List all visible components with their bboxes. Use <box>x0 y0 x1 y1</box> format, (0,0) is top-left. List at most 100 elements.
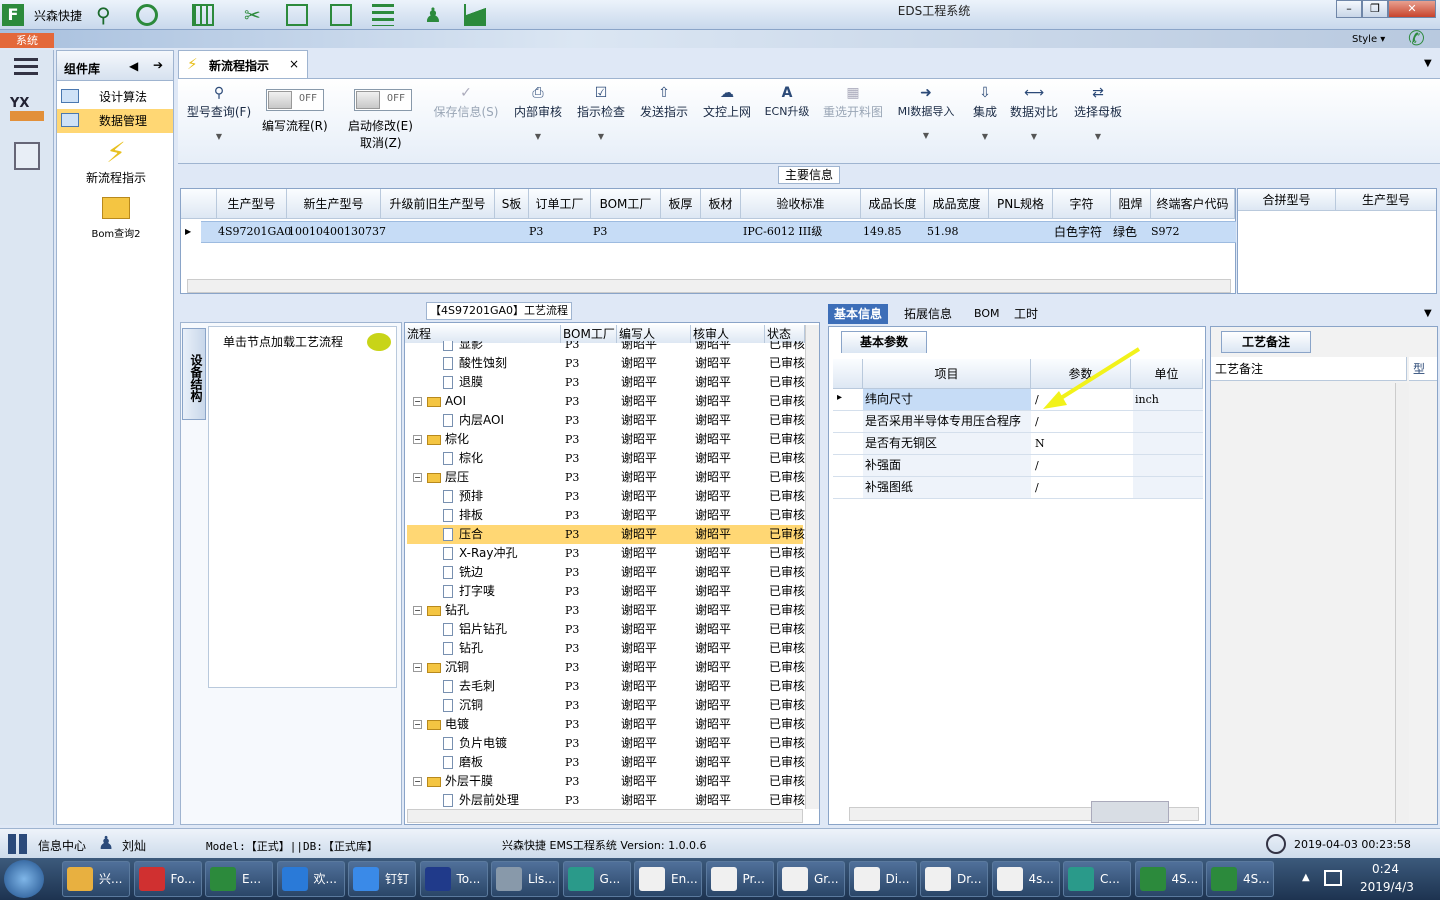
taskbar-item[interactable]: 4S... <box>1206 861 1274 897</box>
tree-row[interactable]: 酸性蚀刻 P3 谢昭平 谢昭平 已审核 <box>407 354 805 373</box>
tree-row[interactable]: − 沉铜 P3 谢昭平 谢昭平 已审核 <box>407 658 805 677</box>
col-header[interactable]: 生产型号 <box>1336 189 1436 211</box>
tree-row[interactable]: 打字唛 P3 谢昭平 谢昭平 已审核 <box>407 582 805 601</box>
model-query-button[interactable]: ⚲ 型号查询(F) ▼ <box>184 85 254 141</box>
tab-basic-params[interactable]: 基本参数 <box>841 331 927 353</box>
param-cell[interactable]: 补强面 <box>863 455 1031 476</box>
taskbar-item[interactable]: Gr... <box>777 861 845 897</box>
param-cell[interactable]: 补强图纸 <box>863 477 1031 498</box>
tree-row[interactable]: 负片电镀 P3 谢昭平 谢昭平 已审核 <box>407 734 805 753</box>
taskbar-item[interactable]: Pr... <box>705 861 774 897</box>
calculator-icon[interactable] <box>14 142 40 170</box>
tree-row[interactable]: − 钻孔 P3 谢昭平 谢昭平 已审核 <box>407 601 805 620</box>
collapse-icon[interactable]: − <box>413 473 422 482</box>
table-cell[interactable]: 10010400130737 <box>288 222 386 242</box>
col-header[interactable]: 阻焊 <box>1111 189 1151 219</box>
phone-icon[interactable]: ✆ <box>1408 26 1425 50</box>
style-menu[interactable]: Style ▾ <box>1352 34 1385 45</box>
collapse-icon[interactable]: − <box>413 606 422 615</box>
tree-row[interactable]: 沉铜 P3 谢昭平 谢昭平 已审核 <box>407 696 805 715</box>
param-row[interactable]: 是否有无铜区 N <box>833 433 1203 455</box>
tree-row[interactable]: 铝片钻孔 P3 谢昭平 谢昭平 已审核 <box>407 620 805 639</box>
col-header[interactable]: 成品宽度 <box>925 189 989 219</box>
new-process-tool[interactable]: ⚡ 新流程指示 <box>71 137 161 186</box>
tab-process-notes[interactable]: 工艺备注 <box>1221 331 1311 353</box>
info-center-link[interactable]: 信息中心 <box>38 837 86 854</box>
tab-extended-info[interactable]: 拓展信息 <box>898 304 958 324</box>
reselect-cutting-button[interactable]: ▦ 重选开料图 <box>820 85 886 120</box>
taskbar-item[interactable]: Di... <box>848 861 917 897</box>
tree-row[interactable]: 外层前处理 P3 谢昭平 谢昭平 已审核 <box>407 791 805 807</box>
tree-row[interactable]: 退膜 P3 谢昭平 谢昭平 已审核 <box>407 373 805 392</box>
data-compare-button[interactable]: ⟷ 数据对比 ▼ <box>1008 85 1060 141</box>
param-cell[interactable]: 是否采用半导体专用压合程序 <box>863 411 1031 432</box>
param-cell[interactable] <box>1133 477 1203 498</box>
table-cell[interactable]: 绿色 <box>1113 222 1137 242</box>
collapse-icon[interactable]: − <box>413 720 422 729</box>
windows-grid-icon[interactable] <box>8 834 28 854</box>
collapse-icon[interactable]: − <box>413 435 422 444</box>
tab-new-process[interactable]: ⚡ 新流程指示 × <box>178 50 308 78</box>
col-header[interactable]: 成品长度 <box>861 189 925 219</box>
tree-row[interactable]: 钻孔 P3 谢昭平 谢昭平 已审核 <box>407 639 805 658</box>
doc-control-online-button[interactable]: ☁ 文控上网 <box>700 85 754 120</box>
taskbar-item[interactable]: Lis... <box>491 861 559 897</box>
menu-icon[interactable] <box>14 58 38 76</box>
tree-row[interactable]: 预排 P3 谢昭平 谢昭平 已审核 <box>407 487 805 506</box>
mi-data-import-button[interactable]: ➜ MI数据导入 ▼ <box>894 85 958 140</box>
param-row[interactable]: 补强图纸 / <box>833 477 1203 499</box>
tabs-dropdown-icon[interactable]: ▼ <box>1424 308 1432 319</box>
col-header[interactable]: 板厚 <box>661 189 701 219</box>
system-tab[interactable]: 系统 <box>0 33 54 48</box>
taskbar-item[interactable]: En... <box>634 861 702 897</box>
taskbar-item[interactable]: 4s... <box>991 861 1060 897</box>
table-cell[interactable]: 51.98 <box>927 222 959 242</box>
horizontal-scrollbar[interactable] <box>407 809 803 823</box>
tree-row[interactable]: 显影 P3 谢昭平 谢昭平 已审核 <box>407 341 805 354</box>
horizontal-scrollbar[interactable] <box>187 279 1231 293</box>
col-header[interactable]: 验收标准 <box>741 189 861 219</box>
nav-item-design-algorithm[interactable]: 设计算法 <box>57 85 173 109</box>
param-cell[interactable]: 是否有无铜区 <box>863 433 1031 454</box>
tree-row[interactable]: X-Ray冲孔 P3 谢昭平 谢昭平 已审核 <box>407 544 805 563</box>
tray-up-icon[interactable]: ▲ <box>1302 872 1310 883</box>
taskbar-item[interactable]: E... <box>205 861 273 897</box>
start-modify-toggle[interactable]: OFF <box>354 89 412 111</box>
tree-row[interactable]: − 电镀 P3 谢昭平 谢昭平 已审核 <box>407 715 805 734</box>
taskbar-item[interactable]: Dr... <box>920 861 988 897</box>
taskbar-item[interactable]: G... <box>562 861 631 897</box>
taskbar-item[interactable]: To... <box>419 861 488 897</box>
col-header[interactable]: 板材 <box>701 189 741 219</box>
nav-item-data-management[interactable]: 数据管理 <box>57 109 173 133</box>
pin-icon[interactable]: ➔ <box>153 58 163 72</box>
col-header[interactable]: S板 <box>495 189 529 219</box>
col-header[interactable]: 新生产型号 <box>287 189 381 219</box>
yx-module-icon[interactable]: YX <box>10 96 44 126</box>
tree-row[interactable]: − 外层干膜 P3 谢昭平 谢昭平 已审核 <box>407 772 805 791</box>
col-header[interactable]: 终端客户代码 <box>1151 189 1235 219</box>
close-button[interactable]: ✕ <box>1388 0 1436 18</box>
col-header[interactable]: 项目 <box>863 359 1031 389</box>
save-info-button[interactable]: ✓ 保存信息(S) <box>430 85 502 120</box>
tree-row[interactable]: 棕化 P3 谢昭平 谢昭平 已审核 <box>407 449 805 468</box>
taskbar-item[interactable]: C... <box>1063 861 1131 897</box>
table-cell[interactable]: 白色字符 <box>1054 222 1102 242</box>
tab-bom[interactable]: BOM <box>968 304 1006 324</box>
network-icon[interactable] <box>1324 870 1342 886</box>
table-cell[interactable]: P3 <box>529 222 543 242</box>
taskbar-item[interactable]: 钉钉 <box>348 861 416 897</box>
tree-row[interactable]: 压合 P3 谢昭平 谢昭平 已审核 <box>407 525 805 544</box>
ecn-upgrade-button[interactable]: A ECN升级 <box>762 85 812 119</box>
param-cell[interactable]: 纬向尺寸 <box>863 389 1031 410</box>
taskbar-item[interactable]: 兴... <box>62 861 130 897</box>
table-cell[interactable]: P3 <box>593 222 607 242</box>
internal-review-button[interactable]: ⎙ 内部审核 ▼ <box>510 85 566 141</box>
vertical-scrollbar[interactable] <box>805 325 819 809</box>
tree-row[interactable]: 排板 P3 谢昭平 谢昭平 已审核 <box>407 506 805 525</box>
bom-query-tool[interactable]: Bom查询2 <box>71 197 161 240</box>
tree-row[interactable]: 内层AOI P3 谢昭平 谢昭平 已审核 <box>407 411 805 430</box>
collapse-icon[interactable]: − <box>413 777 422 786</box>
col-header[interactable]: 合拼型号 <box>1238 189 1336 211</box>
tree-row[interactable]: − 层压 P3 谢昭平 谢昭平 已审核 <box>407 468 805 487</box>
send-instruction-button[interactable]: ⇧ 发送指示 <box>636 85 692 120</box>
